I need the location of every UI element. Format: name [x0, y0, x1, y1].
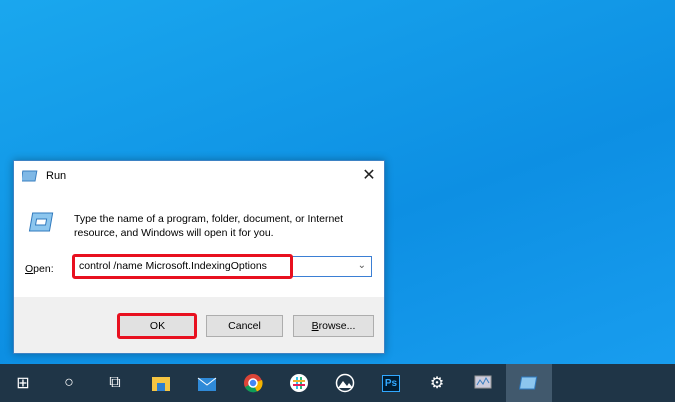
settings-icon[interactable]: ⚙ — [414, 364, 460, 402]
photoshop-icon[interactable]: Ps — [368, 364, 414, 402]
chevron-down-icon[interactable]: ⌄ — [358, 260, 366, 271]
task-view-icon[interactable]: ⧉ — [92, 364, 138, 402]
run-icon — [22, 170, 38, 182]
open-label: Open: — [25, 263, 54, 275]
search-icon[interactable]: ○ — [46, 364, 92, 402]
chrome-icon[interactable] — [230, 364, 276, 402]
photos-icon[interactable] — [322, 364, 368, 402]
start-icon[interactable]: ⊞ — [0, 364, 46, 402]
slack-icon[interactable] — [276, 364, 322, 402]
command-highlight — [72, 254, 293, 279]
ok-highlight — [117, 313, 197, 339]
run-taskbar-icon[interactable] — [506, 364, 552, 402]
browse-button[interactable]: Browse... — [293, 315, 374, 337]
description: Type the name of a program, folder, docu… — [74, 213, 344, 239]
title-bar[interactable]: Run ✕ — [14, 161, 384, 191]
file-explorer-icon[interactable] — [138, 364, 184, 402]
taskbar: ⊞ ○ ⧉ Ps ⚙ — [0, 364, 675, 402]
performance-monitor-icon[interactable] — [460, 364, 506, 402]
run-dialog: Run ✕ Type the name of a program, folder… — [13, 160, 385, 354]
mail-icon[interactable] — [184, 364, 230, 402]
run-large-icon — [28, 212, 54, 232]
dialog-title: Run — [46, 170, 67, 182]
close-button[interactable]: ✕ — [360, 167, 378, 185]
photoshop-label: Ps — [381, 374, 401, 392]
cancel-button[interactable]: Cancel — [206, 315, 283, 337]
